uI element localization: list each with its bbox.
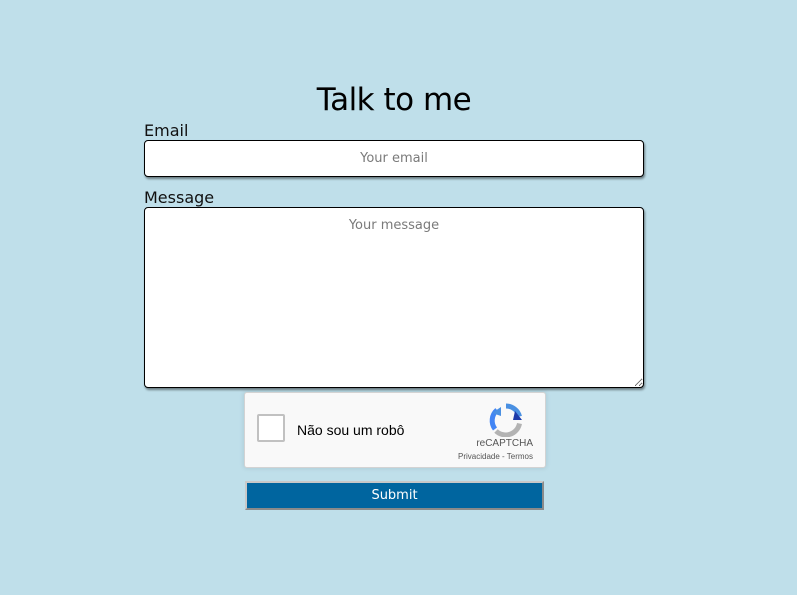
captcha-checkbox[interactable] [257, 414, 285, 442]
submit-button[interactable]: Submit [245, 481, 544, 510]
privacy-link[interactable]: Privacidade [458, 452, 500, 461]
page-title: Talk to me [316, 82, 472, 118]
captcha-checkbox-label: Não sou um robô [297, 422, 405, 438]
links-separator: - [499, 452, 507, 461]
contact-form: Talk to me Email Message [144, 78, 644, 388]
email-label: Email [144, 121, 189, 140]
message-field[interactable] [144, 207, 644, 388]
captcha-brand: reCAPTCHA [476, 438, 533, 449]
terms-link[interactable]: Termos [507, 452, 533, 461]
captcha-links: Privacidade - Termos [458, 452, 533, 462]
message-label: Message [144, 188, 215, 207]
recaptcha-logo-icon [489, 403, 522, 437]
email-field[interactable] [144, 140, 644, 177]
recaptcha-widget: Não sou um robô reCAPTCHA Privacidade - … [244, 392, 546, 468]
